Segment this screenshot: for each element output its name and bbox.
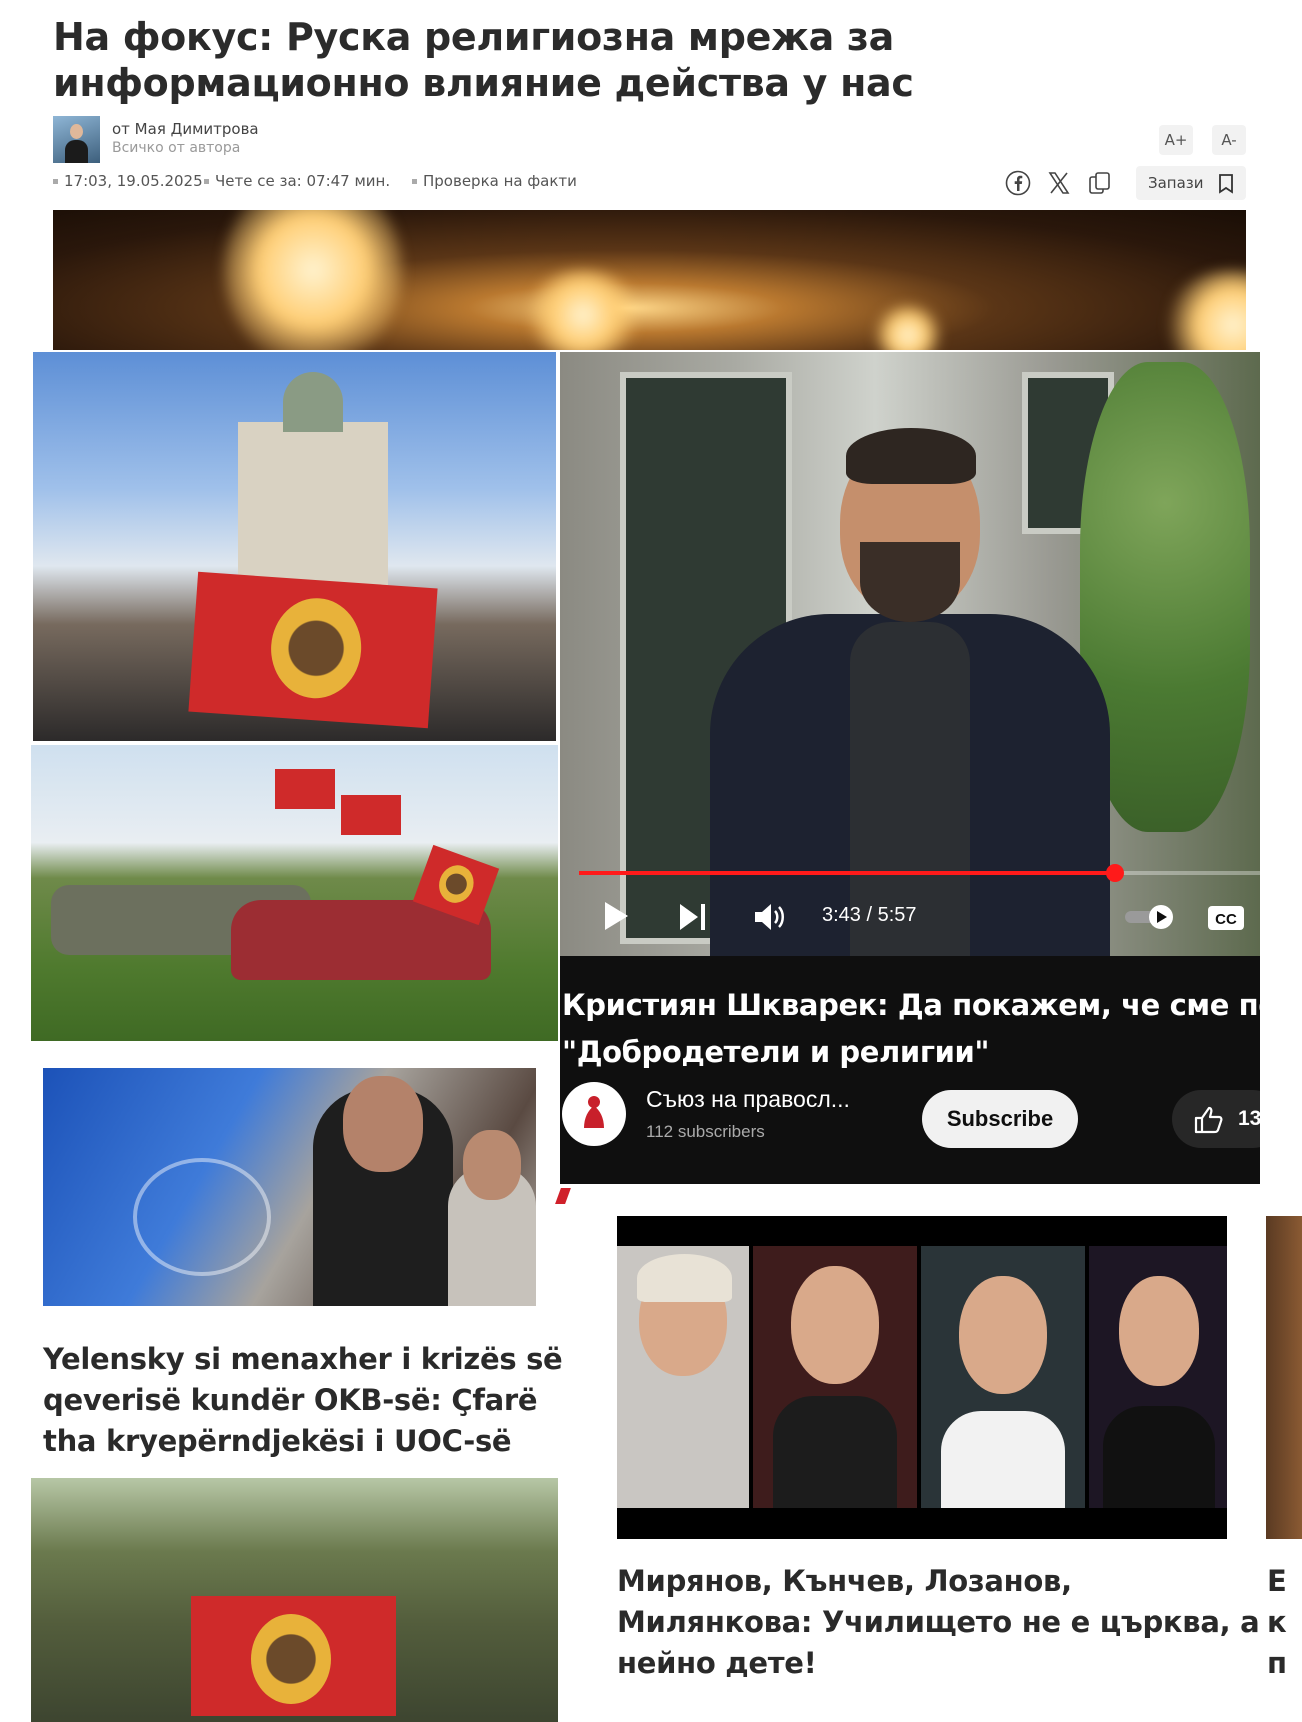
fact-check-text[interactable]: Проверка на факти	[423, 172, 577, 190]
related-article-title[interactable]: Yelensky si menaxher i krizës së qeveris…	[43, 1339, 563, 1462]
progress-scrubber[interactable]	[1106, 864, 1124, 882]
cropped-article-image[interactable]	[1266, 1216, 1302, 1539]
svg-text:CC: CC	[1215, 911, 1237, 928]
related-article-image[interactable]	[617, 1216, 1227, 1539]
channel-subscribers: 112 subscribers	[646, 1122, 765, 1141]
thumbs-up-icon	[1194, 1106, 1223, 1134]
hero-image	[53, 210, 1246, 350]
save-button[interactable]: Запази	[1136, 166, 1246, 200]
video-player[interactable]: 3:43 / 5:57 CC Кристиян Шкварек: Да пока…	[560, 352, 1260, 1184]
publish-datetime: 17:03, 19.05.2025	[53, 172, 203, 190]
read-time: Чете се за: 07:47 мин.	[204, 172, 390, 190]
copy-icon[interactable]	[1087, 170, 1113, 196]
related-article-title[interactable]: Мирянов, Кънчев, Лозанов, Милянкова: Учи…	[617, 1561, 1260, 1684]
next-icon[interactable]	[678, 902, 708, 937]
save-label: Запази	[1148, 174, 1204, 192]
channel-name[interactable]: Съюз на правосл...	[646, 1086, 850, 1113]
title-line: Yelensky si menaxher i krizës së	[43, 1342, 563, 1376]
captions-icon[interactable]: CC	[1206, 904, 1246, 937]
channel-logo[interactable]	[562, 1082, 626, 1146]
cropped-title-letter[interactable]: Е	[1267, 1561, 1287, 1602]
x-icon[interactable]	[1046, 170, 1072, 196]
fact-check-link[interactable]: Проверка на факти	[412, 172, 577, 190]
soldiers-flag-photo	[31, 1478, 558, 1722]
subscribe-button[interactable]: Subscribe	[922, 1090, 1078, 1148]
video-title-line: "Добродетели и религии"	[562, 1035, 990, 1069]
un-flag-zelensky-photo	[43, 1068, 536, 1306]
cropped-title-letter[interactable]: к	[1267, 1602, 1287, 1643]
progress-fill	[579, 871, 1115, 875]
divider-mark	[555, 1188, 571, 1204]
read-time-text: Чете се за: 07:47 мин.	[215, 172, 391, 190]
video-frame[interactable]	[560, 352, 1260, 956]
armored-vehicle-photo	[31, 745, 558, 1041]
title-line: нейно дете!	[617, 1646, 817, 1680]
bookmark-icon	[1219, 174, 1233, 194]
video-title-line: Кристиян Шкварек: Да покажем, че сме пов…	[562, 988, 1260, 1022]
video-time: 3:43 / 5:57	[822, 904, 917, 926]
like-count: 13	[1238, 1107, 1260, 1130]
datetime-text: 17:03, 19.05.2025	[64, 172, 203, 190]
author-name[interactable]: от Мая Димитрова	[112, 120, 259, 138]
font-decrease-button[interactable]: A-	[1212, 125, 1246, 155]
title-line: Мирянов, Кънчев, Лозанов,	[617, 1564, 1072, 1598]
cathedral-flag-photo	[33, 352, 556, 741]
author-all-link[interactable]: Всичко от автора	[112, 140, 240, 156]
title-line: qeverisë kundër OKB-së: Çfarë	[43, 1383, 538, 1417]
font-increase-button[interactable]: A+	[1159, 125, 1193, 155]
like-button[interactable]: 13	[1172, 1090, 1260, 1148]
video-title[interactable]: Кристиян Шкварек: Да покажем, че сме пов…	[562, 982, 1260, 1076]
title-line: Милянкова: Училището не е църква, а	[617, 1605, 1260, 1639]
play-icon[interactable]	[602, 900, 630, 937]
title-line: tha kryepërndjekësi i UOC-së	[43, 1424, 512, 1458]
facebook-icon[interactable]	[1005, 170, 1031, 196]
article-title: На фокус: Руска религиозна мрежа за инфо…	[53, 15, 914, 105]
autoplay-toggle-icon[interactable]	[1123, 902, 1183, 937]
author-avatar[interactable]	[53, 116, 100, 163]
volume-icon[interactable]	[753, 902, 787, 937]
cropped-title-letter[interactable]: п	[1267, 1643, 1287, 1684]
